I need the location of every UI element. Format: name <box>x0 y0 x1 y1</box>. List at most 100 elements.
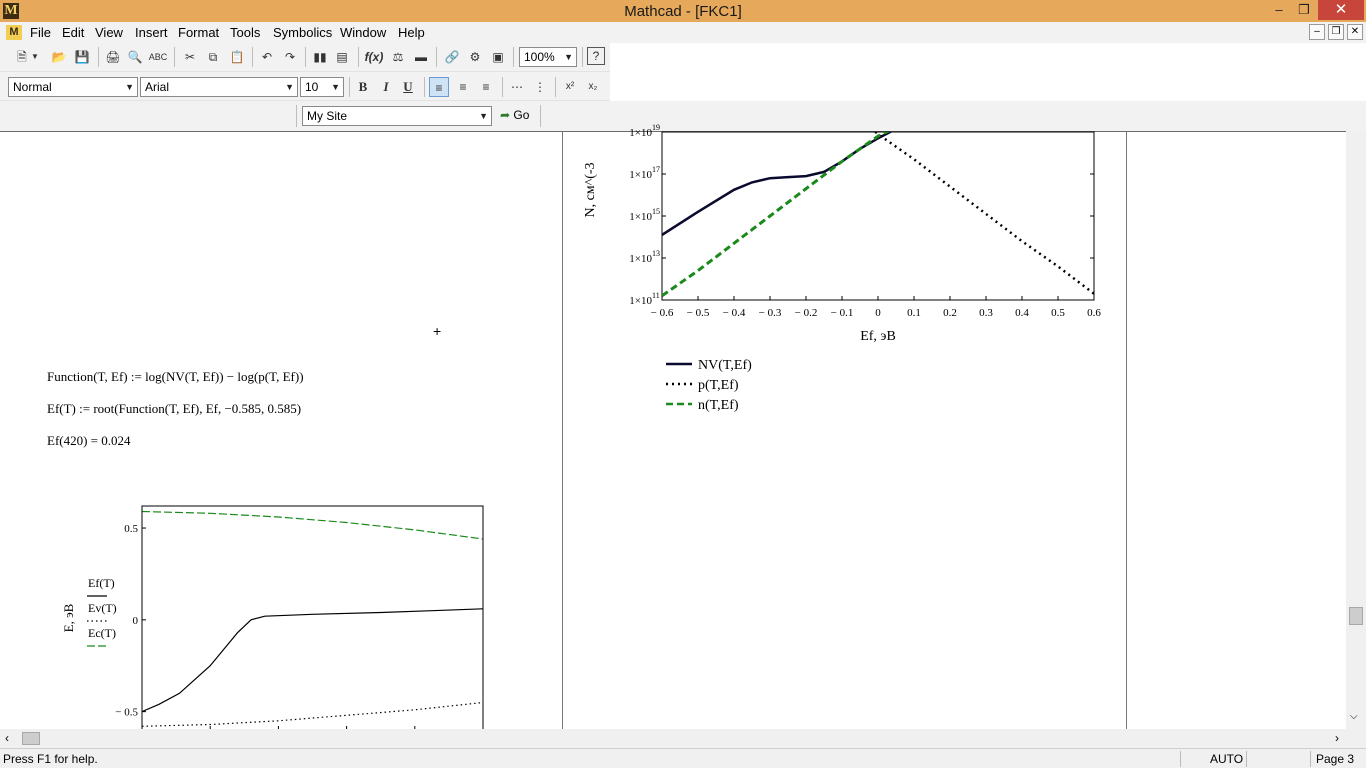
horizontal-scroll-thumb[interactable] <box>22 732 40 745</box>
concentration-plot[interactable]: 1×10 111×10 131×10 151×10 171×10 19 − 0.6− 0.… <box>570 122 1130 422</box>
close-icon[interactable]: ✕ <box>1318 0 1364 20</box>
minimize-icon[interactable]: – <box>1265 0 1293 20</box>
scroll-right-icon[interactable]: › <box>1335 731 1339 745</box>
menu-insert[interactable]: Insert <box>135 25 168 40</box>
menu-tools[interactable]: Tools <box>230 25 260 40</box>
superscript-icon[interactable]: x² <box>560 77 580 97</box>
cut-icon[interactable]: ✂ <box>180 47 200 67</box>
print-icon[interactable]: 🖨 <box>103 47 123 67</box>
x-tick-label: − 0.1 <box>831 307 854 319</box>
align-right-icon[interactable]: ≡ <box>476 77 496 97</box>
font-select[interactable]: Arial ▼ <box>140 77 298 97</box>
save-icon[interactable]: 💾 <box>72 47 92 67</box>
y-tick-exponent: 11 <box>652 291 660 300</box>
doc-minimize-icon[interactable]: – <box>1309 24 1325 40</box>
resource-center-icon[interactable]: ▣ <box>488 47 508 67</box>
print-preview-icon[interactable]: 🔍 <box>125 47 145 67</box>
new-dropdown-icon[interactable]: ▼ <box>29 47 41 67</box>
open-folder-icon[interactable]: 📂 <box>49 47 69 67</box>
chevron-down-icon: ▼ <box>285 82 294 92</box>
x-tick-label: − 0.6 <box>651 307 674 319</box>
italic-button[interactable]: I <box>376 77 396 97</box>
status-bar: Press F1 for help. AUTO Page 3 <box>0 748 1366 768</box>
redo-icon[interactable]: ↷ <box>280 47 300 67</box>
worksheet[interactable]: + Function(T, Ef) := log(NV(T, Ef)) − lo… <box>0 123 1366 730</box>
site-select[interactable]: My Site ▼ <box>302 106 492 126</box>
component-wizard-icon[interactable]: ⚙ <box>465 47 485 67</box>
document-icon[interactable]: M <box>6 25 22 40</box>
font-value: Arial <box>145 80 170 94</box>
menu-help[interactable]: Help <box>398 25 425 40</box>
title-bar: M Mathcad - [FKC1] – ❐ ✕ <box>0 0 1366 22</box>
spell-check-icon[interactable]: ABC <box>148 47 168 67</box>
function-definition[interactable]: Function(T, Ef) := log(NV(T, Ef)) − log(… <box>47 369 304 385</box>
y-tick-exponent: 13 <box>652 249 660 258</box>
align-center-icon[interactable]: ≡ <box>453 77 473 97</box>
root-definition[interactable]: Ef(T) := root(Function(T, Ef), Ef, −0.58… <box>47 401 301 417</box>
y-tick-exponent: 15 <box>652 207 660 216</box>
menu-window[interactable]: Window <box>340 25 386 40</box>
x-tick-label: − 0.3 <box>759 307 782 319</box>
y-tick-label: 1×10 <box>629 211 652 223</box>
maximize-icon[interactable]: ❐ <box>1290 0 1318 20</box>
status-page: Page 3 <box>1316 752 1355 766</box>
menu-format[interactable]: Format <box>178 25 219 40</box>
insert-hyperlink-icon[interactable]: 🔗 <box>442 47 462 67</box>
doc-restore-icon[interactable]: ❐ <box>1328 24 1344 40</box>
y-tick-label: − 0.5 <box>115 707 138 719</box>
series-line-2 <box>142 510 483 540</box>
chevron-down-icon: ▼ <box>331 82 340 92</box>
menu-file[interactable]: File <box>30 25 51 40</box>
energy-plot[interactable]: 0.5 0 − 0.5 E, эВ Ef(T) Ev(T) Ec(T) <box>55 502 495 730</box>
bullet-list-icon[interactable]: ⋯ <box>507 77 527 97</box>
style-select[interactable]: Normal ▼ <box>8 77 138 97</box>
window-title: Mathcad - [FKC1] <box>624 3 742 20</box>
horizontal-scrollbar[interactable]: ‹ › <box>0 729 1366 748</box>
x-tick-label: 0.4 <box>1015 307 1029 319</box>
plot-frame <box>141 505 484 730</box>
align-left-icon[interactable]: ≡ <box>429 77 449 97</box>
site-value: My Site <box>307 109 348 123</box>
underline-button[interactable]: U <box>398 77 418 97</box>
standard-toolbar: 🗎 ▼ 📂 💾 🖨 🔍 ABC ✂ ⧉ 📋 ↶ ↷ ▮▮ ▤ f(x) ⚖ ▬ … <box>0 43 610 72</box>
vertical-scrollbar[interactable]: ⌵ <box>1346 131 1366 729</box>
insert-unit-icon[interactable]: ⚖ <box>388 47 408 67</box>
align-across-icon[interactable]: ▮▮ <box>310 47 330 67</box>
x-tick-label: − 0.5 <box>687 307 710 319</box>
scroll-left-icon[interactable]: ‹ <box>5 731 9 745</box>
series-line-1 <box>142 701 483 727</box>
menu-edit[interactable]: Edit <box>62 25 84 40</box>
help-icon[interactable]: ? <box>587 47 605 65</box>
numbered-list-icon[interactable]: ⋮ <box>530 77 550 97</box>
menu-view[interactable]: View <box>95 25 123 40</box>
bold-button[interactable]: B <box>353 77 373 97</box>
menu-symbolics[interactable]: Symbolics <box>273 25 332 40</box>
zoom-select[interactable]: 100% ▼ <box>519 47 577 67</box>
legend-label: Ef(T) <box>88 576 115 590</box>
menu-bar: M File Edit View Insert Format Tools Sym… <box>0 22 1366 43</box>
doc-close-icon[interactable]: ✕ <box>1347 24 1363 40</box>
vertical-scroll-thumb[interactable] <box>1349 607 1363 625</box>
copy-icon[interactable]: ⧉ <box>203 47 223 67</box>
go-arrow-icon: ➦ <box>500 108 511 122</box>
font-size-select[interactable]: 10 ▼ <box>300 77 344 97</box>
go-button[interactable]: ➦ Go <box>500 108 529 122</box>
paste-icon[interactable]: 📋 <box>227 47 247 67</box>
ef-evaluation[interactable]: Ef(420) = 0.024 <box>47 433 131 449</box>
scroll-down-icon[interactable]: ⌵ <box>1350 711 1358 722</box>
x-tick-label: 0.2 <box>943 307 957 319</box>
y-tick-label: 1×10 <box>629 253 652 265</box>
legend-label: Ev(T) <box>88 601 117 615</box>
status-help-text: Press F1 for help. <box>3 752 98 766</box>
x-tick-label: − 0.4 <box>723 307 746 319</box>
undo-icon[interactable]: ↶ <box>257 47 277 67</box>
series-line-1 <box>873 132 1094 295</box>
calculate-icon[interactable]: ▬ <box>411 47 431 67</box>
x-tick-label: 0.1 <box>907 307 921 319</box>
align-down-icon[interactable]: ▤ <box>332 47 352 67</box>
zoom-value: 100% <box>524 50 555 64</box>
series-line-0 <box>142 608 483 713</box>
subscript-icon[interactable]: x₂ <box>583 77 603 97</box>
insert-function-icon[interactable]: f(x) <box>364 47 384 67</box>
x-tick-label: 0.3 <box>979 307 993 319</box>
